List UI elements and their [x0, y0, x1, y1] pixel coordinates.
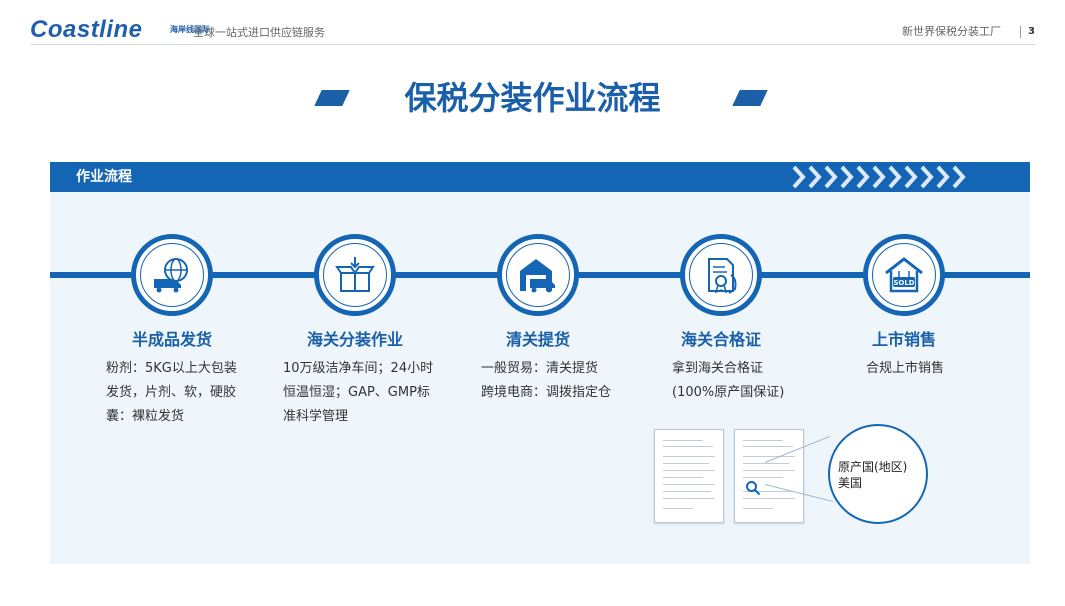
- step-desc-2-line: 准科学管理: [283, 409, 349, 424]
- step-title-4: 海关合格证: [680, 330, 761, 349]
- step-desc-3-line: 一般贸易：清关提货: [481, 361, 599, 376]
- page-title: 保税分装作业流程: [404, 79, 661, 117]
- step-node-3: [497, 234, 579, 316]
- open-box-icon: [335, 257, 375, 292]
- globe-truck-icon: [154, 258, 188, 293]
- step-title-1: 半成品发货: [131, 330, 212, 349]
- chevron-decor-icon: [792, 165, 966, 189]
- certificate-hand-icon: [708, 258, 737, 294]
- step-desc-2-line: 恒温恒湿；GAP、GMP标: [283, 385, 430, 400]
- header-right-text: 新世界保税分装工厂: [902, 25, 1001, 38]
- step-desc-1-line: 粉剂：5KG以上大包装: [106, 361, 237, 376]
- warehouse-truck-icon: [520, 259, 555, 293]
- callout-origin-label: 原产国(地区): [838, 460, 908, 474]
- step-desc-5-line: 合规上市销售: [866, 361, 945, 376]
- magnifier-icon: [746, 481, 761, 496]
- step-node-2: [314, 234, 396, 316]
- step-desc-1: 粉剂：5KG以上大包装 发货，片剂、软，硬胶 囊：裸粒发货: [106, 357, 237, 429]
- step-desc-3: 一般贸易：清关提货 跨境电商：调拨指定仓: [481, 357, 611, 405]
- header-divider: [30, 44, 1035, 45]
- section-label: 作业流程: [76, 169, 132, 185]
- step-desc-1-line: 囊：裸粒发货: [106, 409, 185, 424]
- step-desc-2: 10万级洁净车间；24小时 恒温恒湿；GAP、GMP标 准科学管理: [283, 357, 433, 429]
- step-desc-4-line: (100%原产国保证): [672, 385, 785, 400]
- step-desc-4-line: 拿到海关合格证: [672, 361, 764, 376]
- step-desc-1-line: 发货，片剂、软，硬胶: [106, 385, 237, 400]
- step-node-4: [680, 234, 762, 316]
- step-desc-5: 合规上市销售: [866, 357, 944, 381]
- sold-house-icon: SOLD: [885, 257, 923, 293]
- step-node-5: SOLD: [863, 234, 945, 316]
- step-node-1: [131, 234, 213, 316]
- step-desc-3-line: 跨境电商：调拨指定仓: [481, 385, 612, 400]
- zoom-callout: [828, 424, 928, 524]
- certificate-image-2: [734, 429, 804, 523]
- step-desc-4: 拿到海关合格证 (100%原产国保证): [672, 357, 784, 405]
- step-desc-2-line: 10万级洁净车间；24小时: [283, 361, 434, 376]
- page-number: 3: [1028, 26, 1035, 37]
- step-title-2: 海关分装作业: [306, 330, 403, 349]
- brand-logo: Coastline: [30, 16, 143, 43]
- step-title-5: 上市销售: [871, 330, 936, 349]
- header-tagline: · 全球一站式进口供应链服务: [186, 26, 325, 39]
- header-separator: [1020, 26, 1021, 38]
- callout-origin-value: 美国: [838, 476, 863, 490]
- certificate-image-1: [654, 429, 724, 523]
- step-title-3: 清关提货: [505, 330, 570, 349]
- svg-text:SOLD: SOLD: [893, 279, 914, 287]
